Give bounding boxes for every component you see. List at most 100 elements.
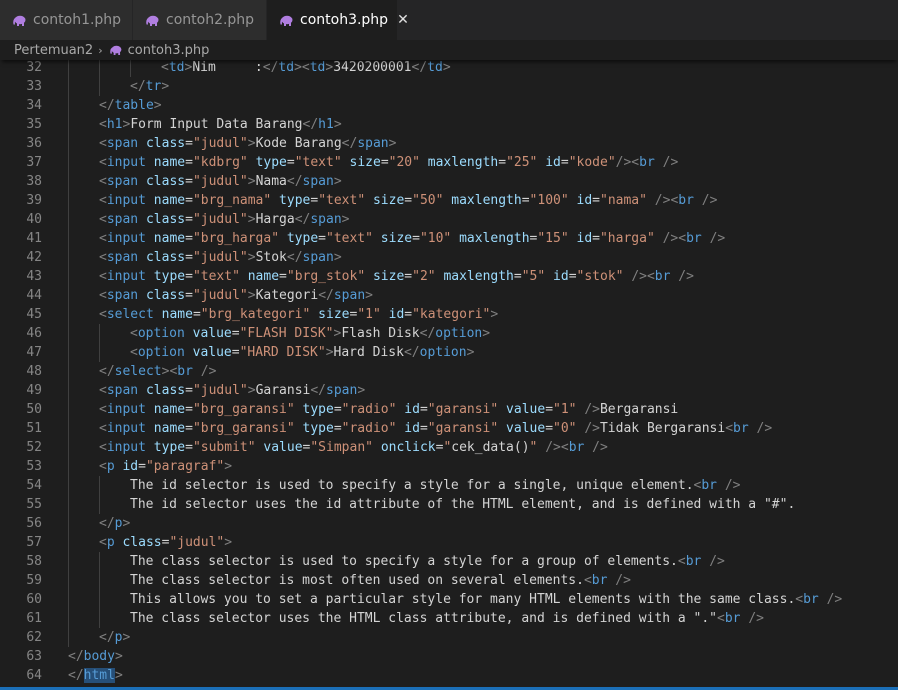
breadcrumb-file[interactable]: contoh3.php [128,43,210,58]
code-token: = [333,421,342,436]
code-token: option [435,326,483,341]
code-line[interactable]: 59 The class selector is most often used … [0,571,898,590]
code-token: < [677,554,686,569]
code-line[interactable]: 53 <p id="paragraf"> [0,457,898,476]
code-token: = [185,174,193,189]
code-token: </ [302,117,319,132]
tab-contoh3[interactable]: contoh3.php ✕ [267,0,409,40]
code-token: name [247,269,280,284]
code-token: type [302,421,334,436]
code-token: > [333,250,342,265]
code-token: > [247,250,256,265]
line-number: 55 [26,497,42,512]
tab-contoh1[interactable]: contoh1.php [0,0,133,40]
code-line[interactable]: 46 <option value="FLASH DISK">Flash Disk<… [0,324,898,343]
code-line[interactable]: 39 <input name="brg_nama" type="text" siz… [0,191,898,210]
close-icon[interactable]: ✕ [397,13,409,27]
code-line[interactable]: 61 The class selector uses the HTML class… [0,609,898,628]
code-token: "judul" [169,535,225,550]
breadcrumb-folder[interactable]: Pertemuan2 [14,43,93,58]
code-line[interactable]: 54 The id selector is used to specify a s… [0,476,898,495]
code-token: /> [709,231,726,246]
code-line[interactable]: 63 </body> [0,647,898,666]
php-elephant-icon [146,15,159,26]
code-token: br [701,478,718,493]
indent-guide [99,590,100,609]
code-token: = [521,193,530,208]
code-line[interactable]: 42 <span class="judul">Stok</span> [0,248,898,267]
code-line[interactable]: 55 The id selector uses the id attribute … [0,495,898,514]
code-token: < [99,535,107,550]
code-token: </ [99,630,115,645]
code-line[interactable]: 48 </select><br /> [0,362,898,381]
code-token: p [106,459,115,474]
line-number: 34 [26,98,42,113]
code-line[interactable]: 41 <input name="brg_harga" type="text" si… [0,229,898,248]
indent-guide [68,267,69,286]
tab-contoh2[interactable]: contoh2.php [133,0,267,40]
code-token: />< [654,193,679,208]
code-line[interactable]: 38 <span class="judul">Nama</span> [0,172,898,191]
code-token: = [412,231,420,246]
code-token: input [106,421,146,436]
code-line[interactable]: 33 </tr> [0,77,898,96]
code-line[interactable]: 47 <option value="HARD DISK">Hard Disk</o… [0,343,898,362]
indent-guide [68,590,69,609]
code-token: "20" [388,155,420,170]
code-line[interactable]: 34 </table> [0,96,898,115]
indent-guide [68,495,69,514]
code-token: </ [318,288,334,303]
code-token: "text" [294,155,342,170]
code-line[interactable]: 35 <h1>Form Input Data Barang</h1> [0,115,898,134]
editor-tab-bar: contoh1.php contoh2.php contoh3.php ✕ [0,0,898,40]
code-token: < [99,212,107,227]
code-line[interactable]: 32 <td>Nim :</td><td>3420200001</td> [0,58,898,77]
code-line[interactable]: 49 <span class="judul">Garansi</span> [0,381,898,400]
line-number: 59 [26,573,42,588]
code-line[interactable]: 44 <span class="judul">Kategori</span> [0,286,898,305]
line-number: 56 [26,516,42,531]
code-token: </ [403,345,420,360]
code-line[interactable]: 43 <input type="text" name="brg_stok" siz… [0,267,898,286]
code-line[interactable]: 45 <select name="brg_kategori" size="1" i… [0,305,898,324]
line-number: 42 [26,250,42,265]
code-line[interactable]: 56 </p> [0,514,898,533]
code-line[interactable]: 51 <input name="brg_garansi" type="radio"… [0,419,898,438]
code-token: id [576,231,593,246]
code-line[interactable]: 64 </html> [0,666,898,685]
code-token: td [427,60,443,75]
code-token: cek_data() [451,440,530,455]
code-editor[interactable]: 32 <td>Nim :</td><td>3420200001</td> 33 </t… [0,58,898,690]
code-token: = [380,155,389,170]
code-line[interactable]: 57 <p class="judul"> [0,533,898,552]
code-line[interactable]: 52 <input type="submit" value="Simpan" on… [0,438,898,457]
code-token: > [224,535,233,550]
code-token: "100" [529,193,569,208]
code-token: "judul" [192,250,248,265]
code-line[interactable]: 50 <input name="brg_garansi" type="radio"… [0,400,898,419]
code-token: > [388,136,397,151]
code-token: = [419,402,428,417]
line-number: 57 [26,535,42,550]
code-line[interactable]: 37 <input name="kdbrg" type="text" size="… [0,153,898,172]
code-token: option [137,345,185,360]
code-token: = [592,193,600,208]
code-line[interactable]: 40 <span class="judul">Harga</span> [0,210,898,229]
code-text: The class selector uses the HTML class a… [130,609,764,628]
code-line[interactable]: 58 The class selector is used to specify … [0,552,898,571]
code-line[interactable]: 36 <span class="judul">Kode Barang</span> [0,134,898,153]
code-line[interactable]: 60 This allows you to set a particular st… [0,590,898,609]
line-number: 36 [26,136,42,151]
code-token: = [286,155,295,170]
code-token: </ [294,212,311,227]
indent-guide [68,115,69,134]
code-token: /> [615,573,631,588]
code-line[interactable]: 62 </p> [0,628,898,647]
